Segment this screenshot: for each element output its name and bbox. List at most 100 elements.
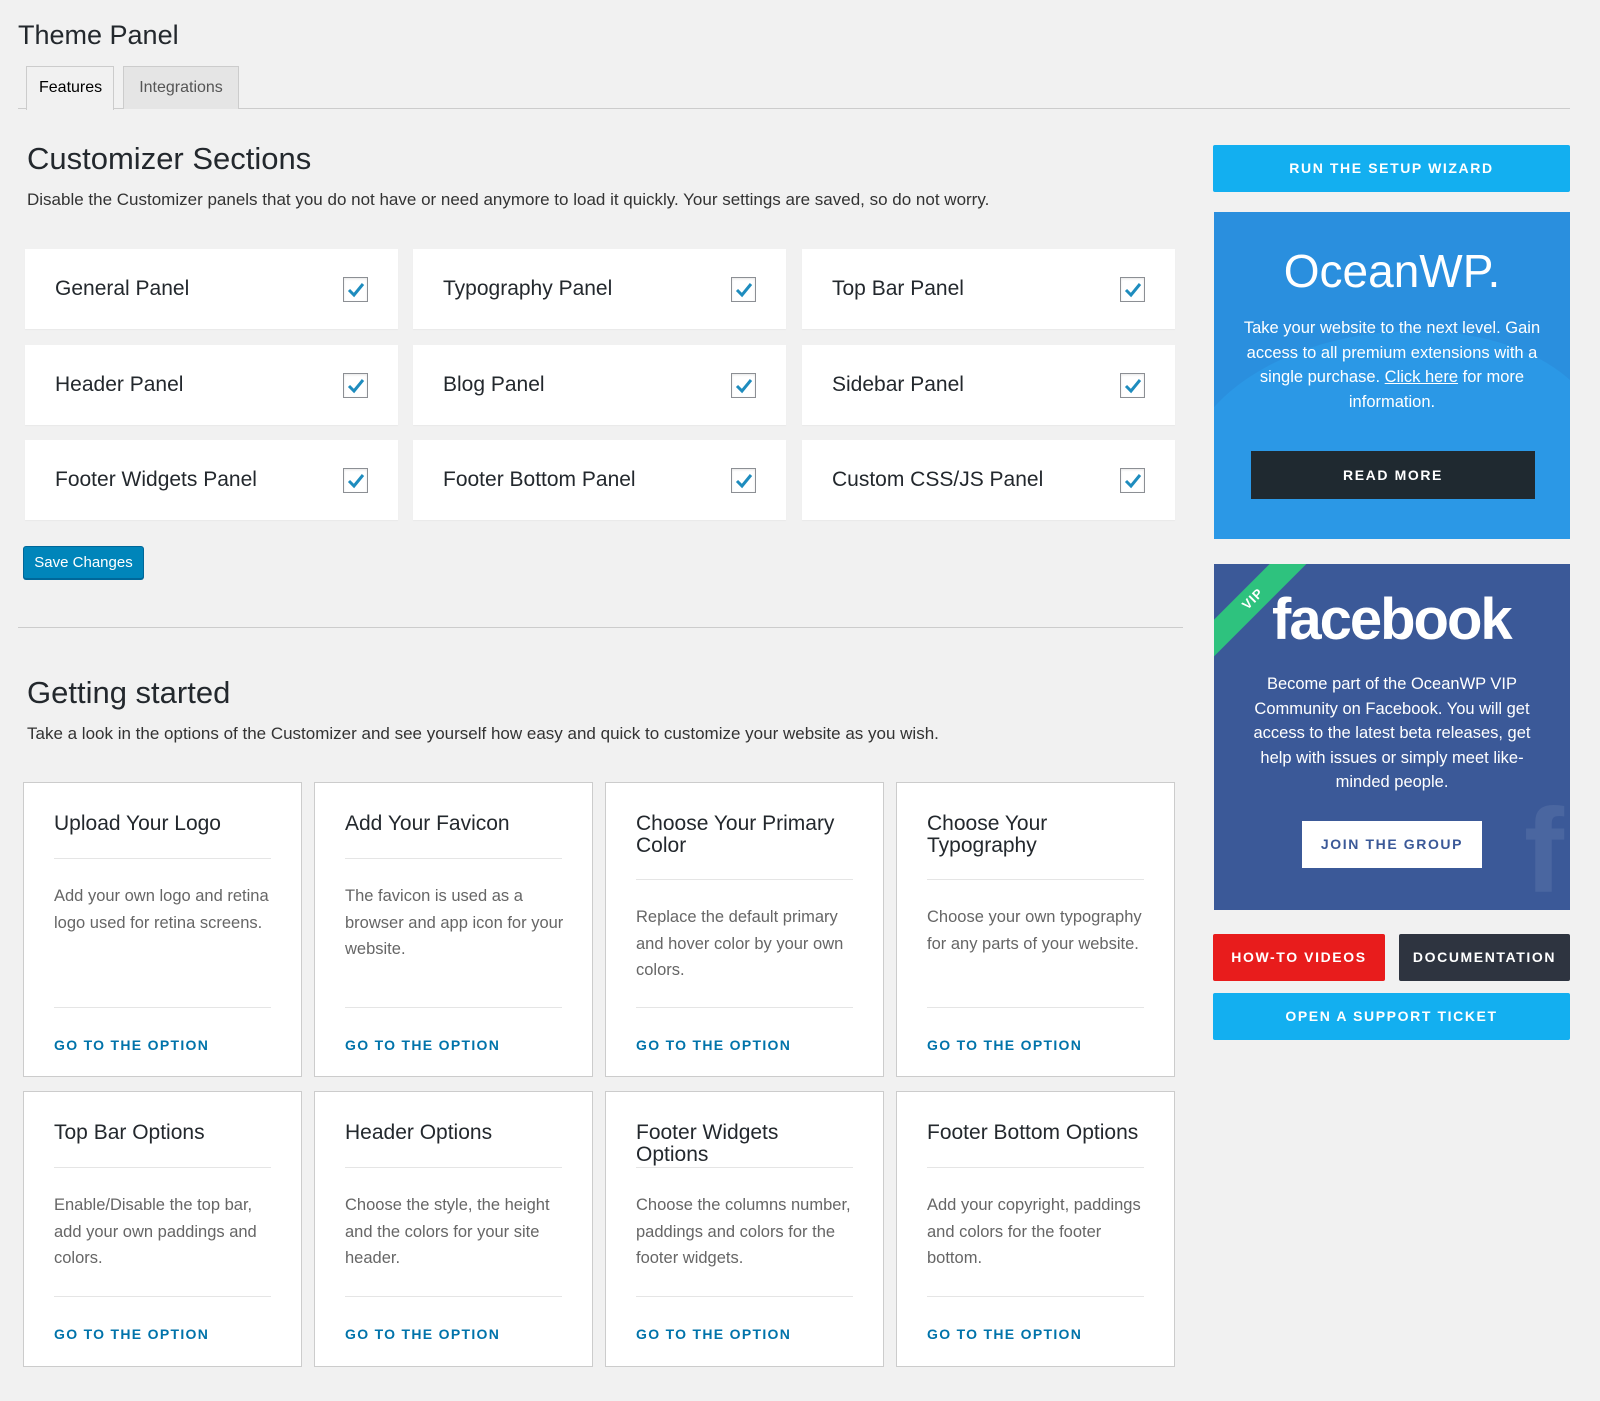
getting-started-heading: Getting started (27, 675, 231, 710)
card-header-options: Header Options Choose the style, the hei… (314, 1091, 593, 1367)
panel-label: Typography Panel (443, 277, 613, 300)
card-title: Upload Your Logo (54, 812, 221, 835)
customizer-description: Disable the Customizer panels that you d… (27, 190, 990, 209)
checkmark-icon (347, 283, 365, 298)
card-add-favicon: Add Your Favicon The favicon is used as … (314, 782, 593, 1077)
card-typography: Choose Your Typography Choose your own t… (896, 782, 1175, 1077)
panel-custom-css-js: Custom CSS/JS Panel (802, 440, 1175, 520)
card-title: Choose Your Primary Color (636, 812, 835, 857)
panel-checkbox[interactable] (343, 468, 368, 493)
tab-bar: Features Integrations (18, 66, 1570, 110)
card-title: Top Bar Options (54, 1121, 205, 1144)
card-divider (636, 879, 853, 880)
checkmark-icon (347, 379, 365, 394)
card-title: Add Your Favicon (345, 812, 510, 835)
facebook-watermark-icon: f (1524, 784, 1564, 910)
card-title: Footer Widgets Options (636, 1121, 779, 1166)
section-divider (18, 627, 1183, 628)
panel-label: Custom CSS/JS Panel (832, 468, 1044, 491)
card-divider (345, 1007, 562, 1008)
card-divider (54, 858, 271, 859)
card-divider (636, 1296, 853, 1297)
panel-typography: Typography Panel (413, 249, 786, 329)
go-to-option-link[interactable]: GO TO THE OPTION (345, 1037, 500, 1053)
panel-checkbox[interactable] (731, 468, 756, 493)
go-to-option-link[interactable]: GO TO THE OPTION (636, 1037, 791, 1053)
panel-checkbox[interactable] (1120, 277, 1145, 302)
card-footer-widgets-options: Footer Widgets Options Choose the column… (605, 1091, 884, 1367)
panel-blog: Blog Panel (413, 345, 786, 425)
go-to-option-link[interactable]: GO TO THE OPTION (636, 1326, 791, 1342)
go-to-option-link[interactable]: GO TO THE OPTION (54, 1037, 209, 1053)
documentation-button[interactable]: DOCUMENTATION (1399, 934, 1570, 981)
panel-checkbox[interactable] (731, 373, 756, 398)
card-text: Choose the style, the height and the col… (345, 1196, 550, 1267)
card-text: Replace the default primary and hover co… (636, 908, 844, 979)
save-changes-button[interactable]: Save Changes (23, 546, 144, 579)
oceanwp-promo: OceanWP. Take your website to the next l… (1214, 212, 1570, 539)
oceanwp-promo-text: Take your website to the next level. Gai… (1236, 316, 1548, 414)
card-divider (345, 1167, 562, 1168)
card-divider (345, 1296, 562, 1297)
card-title: Header Options (345, 1121, 493, 1144)
card-text: Choose the columns number, paddings and … (636, 1196, 851, 1267)
card-divider (54, 1167, 271, 1168)
checkmark-icon (735, 379, 753, 394)
go-to-option-link[interactable]: GO TO THE OPTION (927, 1037, 1082, 1053)
tab-features[interactable]: Features (26, 66, 114, 110)
card-divider (927, 1296, 1144, 1297)
card-divider (927, 1167, 1144, 1168)
card-divider (636, 1007, 853, 1008)
panel-sidebar: Sidebar Panel (802, 345, 1175, 425)
card-divider (927, 879, 1144, 880)
page-title: Theme Panel (18, 20, 179, 50)
run-setup-wizard-button[interactable]: RUN THE SETUP WIZARD (1213, 145, 1570, 192)
card-divider (54, 1007, 271, 1008)
read-more-button[interactable]: READ MORE (1251, 451, 1535, 499)
panel-label: Blog Panel (443, 373, 545, 396)
checkmark-icon (1124, 283, 1142, 298)
card-text: The favicon is used as a browser and app… (345, 887, 564, 958)
click-here-link[interactable]: Click here (1385, 368, 1458, 386)
card-divider (927, 1007, 1144, 1008)
go-to-option-link[interactable]: GO TO THE OPTION (54, 1326, 209, 1342)
checkmark-icon (1124, 474, 1142, 489)
checkmark-icon (735, 474, 753, 489)
card-primary-color: Choose Your Primary Color Replace the de… (605, 782, 884, 1077)
panel-checkbox[interactable] (731, 277, 756, 302)
panel-footer-widgets: Footer Widgets Panel (25, 440, 398, 520)
go-to-option-link[interactable]: GO TO THE OPTION (345, 1326, 500, 1342)
checkmark-icon (735, 283, 753, 298)
checkmark-icon (347, 474, 365, 489)
facebook-promo: f VIP facebook Become part of the OceanW… (1214, 564, 1570, 910)
tab-integrations[interactable]: Integrations (123, 66, 239, 109)
card-footer-bottom-options: Footer Bottom Options Add your copyright… (896, 1091, 1175, 1367)
panel-label: Header Panel (55, 373, 184, 396)
panel-checkbox[interactable] (1120, 373, 1145, 398)
panel-label: Footer Bottom Panel (443, 468, 636, 491)
panel-checkbox[interactable] (1120, 468, 1145, 493)
card-upload-logo: Upload Your Logo Add your own logo and r… (23, 782, 302, 1077)
panel-label: Sidebar Panel (832, 373, 964, 396)
oceanwp-logo: OceanWP. (1283, 245, 1501, 297)
open-support-ticket-button[interactable]: OPEN A SUPPORT TICKET (1213, 993, 1570, 1040)
panel-checkbox[interactable] (343, 373, 368, 398)
panel-header: Header Panel (25, 345, 398, 425)
card-divider (54, 1296, 271, 1297)
panel-checkbox[interactable] (343, 277, 368, 302)
panel-label: Footer Widgets Panel (55, 468, 257, 491)
go-to-option-link[interactable]: GO TO THE OPTION (927, 1326, 1082, 1342)
card-title: Choose Your Typography (927, 812, 1048, 857)
howto-videos-button[interactable]: HOW-TO VIDEOS (1213, 934, 1385, 981)
card-divider (636, 1167, 853, 1168)
panel-label: General Panel (55, 277, 190, 300)
card-divider (345, 858, 562, 859)
checkmark-icon (1124, 379, 1142, 394)
customizer-heading: Customizer Sections (27, 141, 312, 176)
card-title: Footer Bottom Options (927, 1121, 1139, 1144)
facebook-logo: facebook (1272, 587, 1513, 652)
join-group-button[interactable]: JOIN THE GROUP (1302, 821, 1482, 868)
getting-started-description: Take a look in the options of the Custom… (27, 724, 939, 743)
facebook-promo-text: Become part of the OceanWP VIP Community… (1253, 675, 1531, 791)
panel-footer-bottom: Footer Bottom Panel (413, 440, 786, 520)
